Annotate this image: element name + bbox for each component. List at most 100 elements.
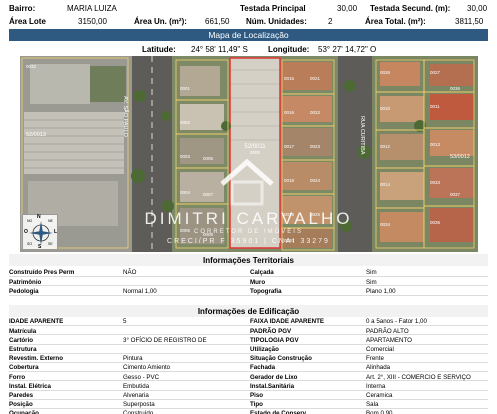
cell-value: Art. 2°, XIII - COMERCIO E SERVIÇO	[366, 373, 471, 381]
table-row: Matrícula PADRÃO PGV PADRÃO ALTO	[9, 326, 488, 336]
table-row: Paredes Alvenaria Piso Ceramica	[9, 391, 488, 400]
lot-number: 0010	[380, 106, 391, 111]
compass-se: SE	[48, 242, 53, 246]
testada-principal-value: 30,00	[337, 3, 358, 13]
cell-label: TIPOLOGIA PGV	[250, 336, 299, 344]
cell-value: Construído	[123, 410, 154, 414]
lot-number: 0007	[203, 192, 214, 197]
num-unidades-value: 2	[328, 16, 333, 26]
compass-o: O	[24, 229, 28, 235]
lot-number: 0024	[310, 178, 321, 183]
watermark-house-icon	[220, 158, 274, 206]
cell-label: Fachada	[250, 364, 276, 372]
lot-number: 0004	[180, 190, 191, 195]
compass-l: L	[54, 229, 58, 235]
right-block-label: 53/0012	[450, 154, 470, 160]
compass-rose: N S L O NE NO SE SO	[22, 214, 58, 250]
cell-label: Estado de Conserv.	[250, 410, 308, 414]
cell-label: PADRÃO PGV	[250, 327, 292, 335]
cell-value: Comercial	[366, 345, 394, 353]
cell-value: Sim	[366, 278, 377, 286]
longitude-value: 53° 27' 14,72" O	[318, 44, 377, 54]
lot-number: 0006	[203, 156, 214, 161]
cell-value: Pintura	[123, 355, 143, 363]
cell-value: Superposta	[123, 401, 155, 409]
compass-no: NO	[27, 219, 33, 223]
cell-value: Alinhada	[366, 364, 391, 372]
territoriais-title: Informações Territoriais	[9, 254, 488, 266]
cell-label: Utilização	[250, 345, 279, 353]
longitude-label: Longitude:	[268, 44, 310, 54]
cell-value: Interna	[366, 382, 386, 390]
cell-label: Construído Pres Perm	[9, 269, 75, 277]
testada-principal-label: Testada Principal	[240, 3, 306, 13]
lot-number: 0012	[380, 144, 391, 149]
lot-number: 0001	[180, 86, 191, 91]
lot-number: 0015	[284, 76, 295, 81]
cell-label: Piso	[250, 391, 264, 399]
lot-number: 0023	[310, 144, 321, 149]
compass-so: SO	[27, 242, 33, 246]
header-row-1: Bairro: MARIA LUIZA Testada Principal 30…	[0, 2, 497, 14]
lot-number: 0021	[310, 76, 321, 81]
table-row: Pedologia Normal 1,00 Topografia Plano 1,00	[9, 286, 488, 296]
testada-secund-value: 30,00	[467, 3, 488, 13]
cell-value: Sim	[366, 269, 377, 277]
edificacao-table: IDADE APARENTE 5 FAIXA IDADE APARENTE 0 a 5…	[9, 317, 488, 414]
cell-label: Tipo	[250, 401, 263, 409]
cell-label: Matrícula	[9, 327, 37, 335]
cell-label: Estrutura	[9, 345, 37, 353]
lot-number: 0020	[284, 238, 295, 243]
lot-number: 0019	[284, 212, 295, 217]
street-label-right: RUA CURITIBA	[359, 116, 365, 155]
territoriais-table: Construído Pres Perm NÃO Calçada Sim Patrimô…	[9, 268, 488, 296]
aerial-map[interactable]: 52/0011 0000 52/0013 53/0012 AV. SÃO PAU…	[20, 56, 478, 252]
cell-label: Muro	[250, 278, 266, 286]
cell-label: Topografia	[250, 287, 282, 295]
cell-label: Paredes	[9, 391, 34, 399]
table-row: Cobertura Cimento Amiento Fachada Alinhada	[9, 363, 488, 373]
cell-value: 3° OFÍCIO DE REGISTRO DE	[123, 336, 207, 344]
cell-value: 5	[123, 318, 127, 326]
lot-number: 0016	[284, 110, 295, 115]
cell-value: APARTAMENTO	[366, 336, 412, 344]
lot-number: 0036	[450, 86, 461, 91]
cell-label: Pedologia	[9, 287, 39, 295]
cell-label: FAIXA IDADE APARENTE	[250, 318, 325, 326]
cell-value: Bom 0,90	[366, 410, 393, 414]
lot-number: 0013	[430, 142, 441, 147]
cell-value: Cimento Amiento	[123, 364, 171, 372]
table-row: IDADE APARENTE 5 FAIXA IDADE APARENTE 0 a 5…	[9, 317, 488, 327]
compass-s: S	[38, 244, 42, 250]
lot-number: 0033	[430, 180, 441, 185]
cell-label: Patrimônio	[9, 278, 42, 286]
cell-label: Instal.Sanitária	[250, 382, 295, 390]
lot-number: 0037	[450, 192, 461, 197]
cell-value: Normal 1,00	[123, 287, 157, 295]
lot-number: 0035	[430, 220, 441, 225]
cell-value: Gesso - PVC	[123, 373, 160, 381]
lot-number: 0014	[380, 182, 391, 187]
map-section-title: Mapa de Localização	[9, 29, 488, 41]
cell-value: Embutida	[123, 382, 150, 390]
area-un-value: 661,50	[205, 16, 230, 26]
cell-label: Gerador de Lixo	[250, 373, 298, 381]
lot-number: 0008	[203, 232, 214, 237]
cell-value: Ceramica	[366, 391, 393, 399]
cell-label: Instal. Elétrica	[9, 382, 51, 390]
left-block-label: 52/0013	[26, 132, 46, 138]
cell-value: Plano 1,00	[366, 287, 396, 295]
lot-number: 0011	[430, 104, 440, 109]
compass-n: N	[37, 214, 41, 220]
cell-label: Ocupação	[9, 410, 39, 414]
cell-label: IDADE APARENTE	[9, 318, 64, 326]
parcel-label: 52/0011 0000	[230, 144, 280, 155]
table-row: Patrimônio Muro Sim	[9, 277, 488, 287]
cell-value: 0 a 5anos - Fator 1,00	[366, 318, 427, 326]
lot-number: 0003	[180, 154, 191, 159]
cell-value: NÃO	[123, 269, 137, 277]
bairro-label: Bairro:	[9, 3, 36, 13]
cell-value: Frente	[366, 355, 384, 363]
lot-number: 0002	[180, 120, 191, 125]
lot-number: 0027	[430, 70, 441, 75]
